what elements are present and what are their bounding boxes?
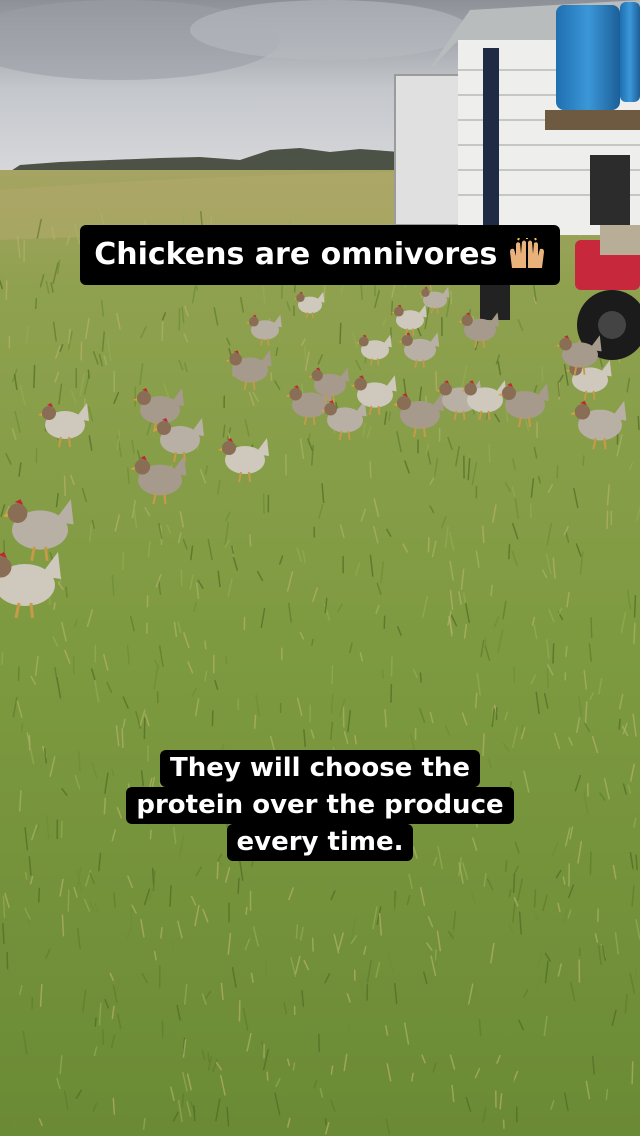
raising-hands-emoji-icon	[509, 238, 544, 268]
caption-bottom-line-1: They will choose the	[159, 750, 481, 787]
caption-top-text: Chickens are omnivores	[94, 237, 498, 272]
caption-bottom-line-2: protein over the produce	[126, 787, 514, 824]
blue-barrel	[556, 5, 620, 110]
video-frame: Chickens are omnivores They will choose …	[0, 0, 640, 1136]
caption-bottom-line-3: every time.	[226, 824, 414, 861]
caption-top: Chickens are omnivores	[70, 225, 570, 285]
farm-scene-photo	[0, 0, 640, 1136]
caption-bottom: They will choose the protein over the pr…	[110, 750, 530, 861]
